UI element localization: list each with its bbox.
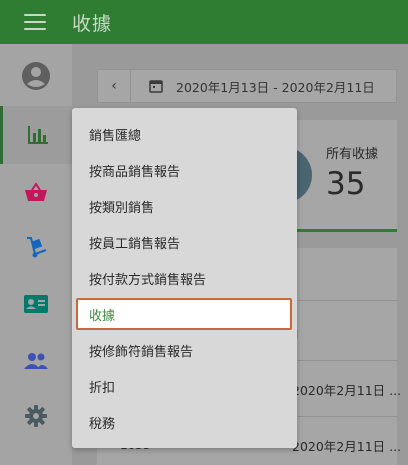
sidebar-item-items[interactable] xyxy=(0,163,72,221)
reports-dropdown-menu: 銷售匯總 按商品銷售報告 按類別銷售 按員工銷售報告 按付款方式銷售報告 收據 … xyxy=(72,108,297,448)
account-circle-icon xyxy=(22,62,50,90)
summary-count: 35 xyxy=(326,166,366,202)
menu-item-sales-by-category[interactable]: 按類別銷售 xyxy=(76,190,292,222)
menu-item-receipts[interactable]: 收據 xyxy=(76,298,292,330)
hand-truck-icon xyxy=(27,237,47,258)
bar-chart-icon xyxy=(27,126,48,144)
date-range-picker[interactable]: ‹ 2020年1月13日 - 2020年2月11日 xyxy=(97,69,397,103)
date-prev-button[interactable]: ‹ xyxy=(98,70,131,102)
menu-item-discounts[interactable]: 折扣 xyxy=(76,370,292,402)
menu-item-sales-by-item[interactable]: 按商品銷售報告 xyxy=(76,154,292,186)
menu-item-sales-summary[interactable]: 銷售匯總 xyxy=(76,118,292,150)
menu-item-sales-by-employee[interactable]: 按員工銷售報告 xyxy=(76,226,292,258)
summary-label: 所有收據 xyxy=(326,147,379,162)
sidebar-item-reports[interactable] xyxy=(0,106,72,164)
sidebar-item-settings[interactable] xyxy=(0,387,72,445)
app-header: 收據 xyxy=(0,0,408,44)
table-row-date[interactable]: 2020年2月11日 ... xyxy=(292,380,401,399)
menu-hamburger-icon[interactable] xyxy=(24,14,46,30)
id-card-icon xyxy=(24,295,48,313)
page-title: 收據 xyxy=(72,13,113,35)
sidebar-item-account[interactable] xyxy=(0,47,72,105)
sidebar-item-inventory[interactable] xyxy=(0,218,72,276)
date-range-text: 2020年1月13日 - 2020年2月11日 xyxy=(176,79,375,95)
sidebar-item-employees[interactable] xyxy=(0,275,72,333)
gear-icon xyxy=(25,405,47,427)
calendar-icon xyxy=(149,80,163,93)
sidebar-item-customers[interactable] xyxy=(0,332,72,390)
table-row-date[interactable]: 2020年2月11日 ... xyxy=(292,436,401,455)
menu-item-sales-by-payment-type[interactable]: 按付款方式銷售報告 xyxy=(76,262,292,294)
menu-item-sales-by-modifier[interactable]: 按修飾符銷售報告 xyxy=(76,334,292,366)
people-icon xyxy=(24,353,48,369)
basket-icon xyxy=(25,182,47,201)
menu-item-taxes[interactable]: 稅務 xyxy=(76,406,292,438)
